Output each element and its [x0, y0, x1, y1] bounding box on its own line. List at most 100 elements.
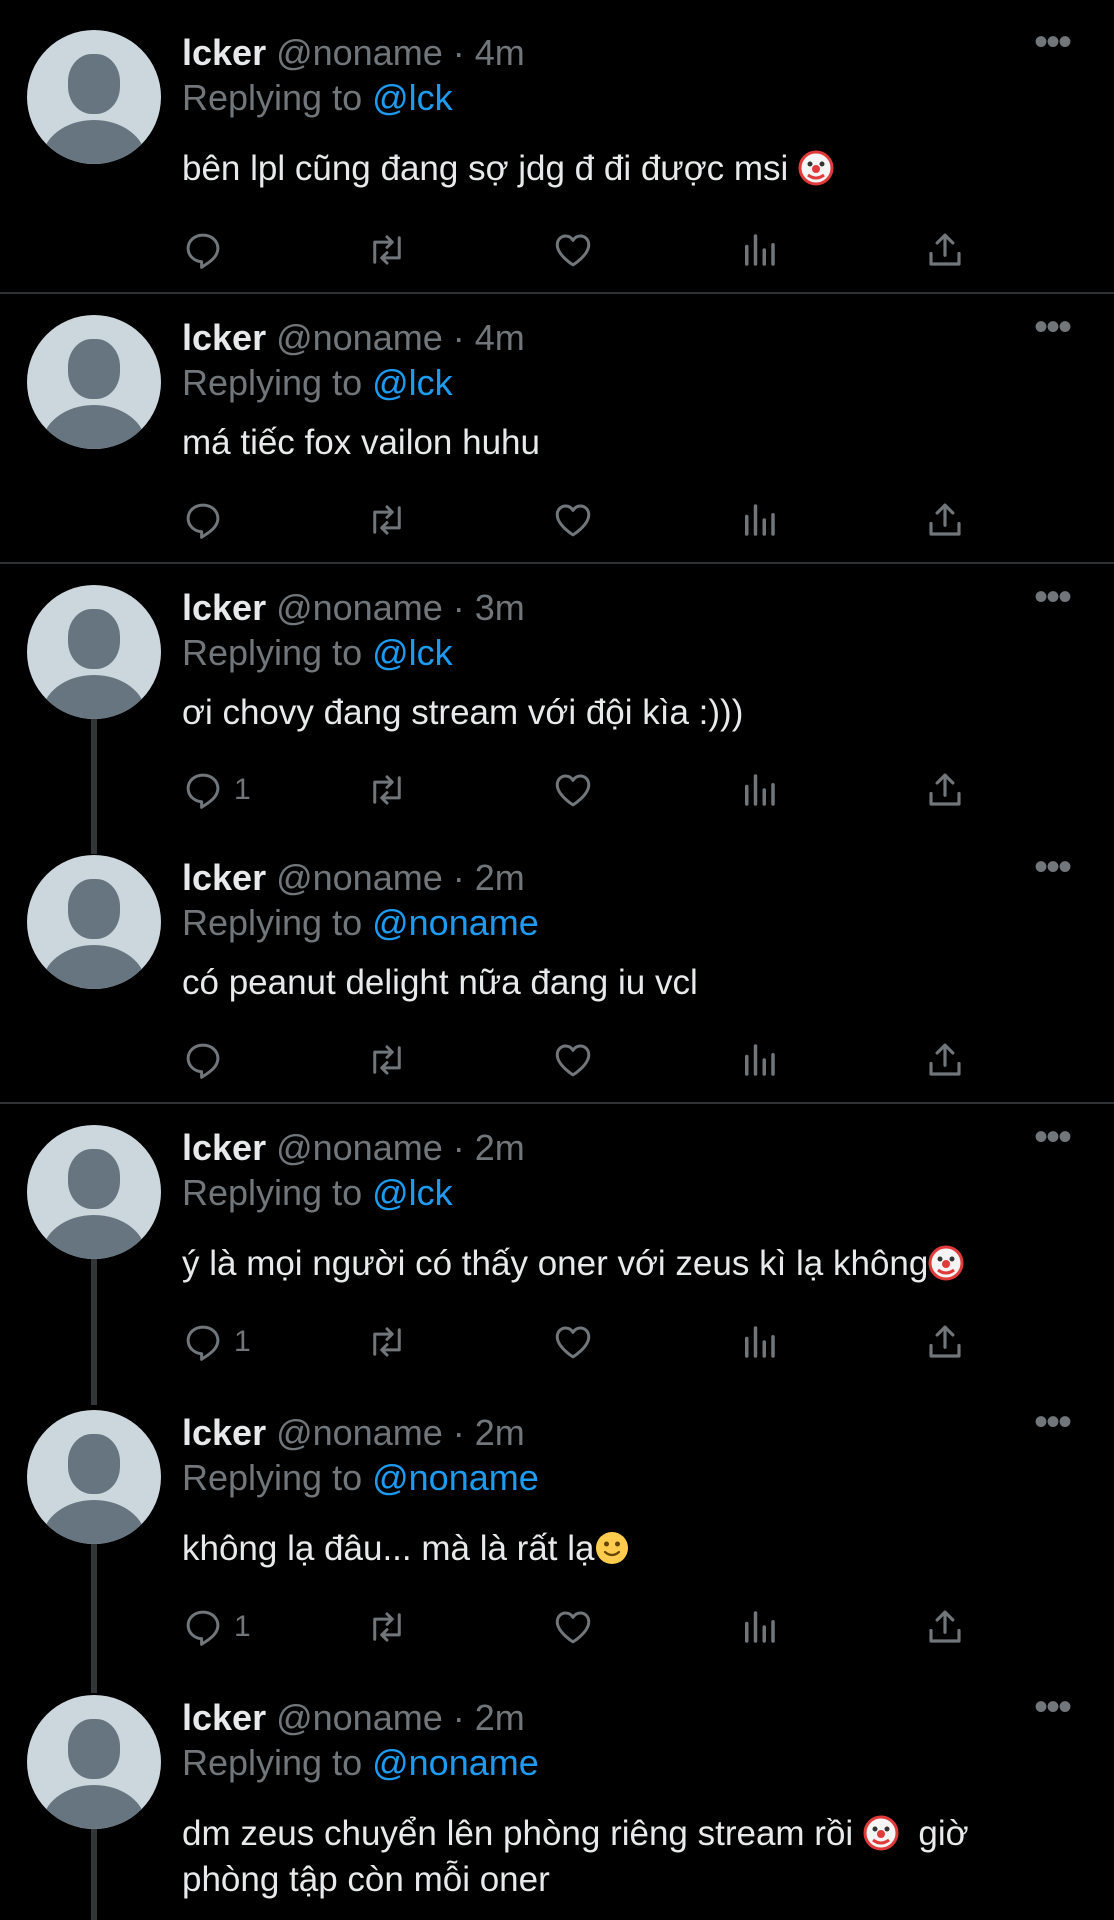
display-name[interactable]: lcker	[182, 587, 266, 628]
share-button[interactable]	[924, 225, 966, 275]
avatar[interactable]	[27, 1125, 161, 1259]
like-button[interactable]	[552, 1602, 594, 1652]
tweet-text-content: bên lpl cũng đang sợ jdg đ đi được msi	[182, 149, 789, 188]
more-icon[interactable]: •••	[1028, 577, 1076, 617]
like-button[interactable]	[552, 1317, 594, 1367]
reply-button[interactable]: 1	[182, 1602, 251, 1652]
timestamp[interactable]: 2m	[475, 1127, 525, 1168]
analytics-icon	[745, 774, 775, 806]
author-line: lcker @noname · 3m	[182, 587, 525, 629]
tweet[interactable]: lcker @noname · 4m ••• Replying to @lck …	[0, 285, 1114, 562]
views-button[interactable]	[738, 1602, 780, 1652]
timestamp[interactable]: 2m	[475, 1412, 525, 1453]
reply-button[interactable]	[182, 1035, 234, 1085]
reply-button[interactable]	[182, 225, 234, 275]
heart-icon	[555, 1044, 591, 1077]
timestamp[interactable]: 4m	[475, 32, 525, 73]
views-button[interactable]	[738, 1317, 780, 1367]
replying-to-link[interactable]: @lck	[372, 632, 453, 673]
tweet-text-content: ơi chovy đang stream với đội kìa :)))	[182, 693, 744, 732]
replying-to-link[interactable]: @lck	[372, 77, 453, 118]
like-button[interactable]	[552, 225, 594, 275]
tweet[interactable]: lcker @noname · 4m ••• Replying to @lck …	[0, 0, 1114, 292]
replying-label: Replying to	[182, 1172, 373, 1213]
display-name[interactable]: lcker	[182, 1697, 266, 1738]
share-button[interactable]	[924, 1317, 966, 1367]
analytics-icon	[745, 1326, 775, 1358]
like-button[interactable]	[552, 495, 594, 545]
tweet-text: có peanut delight nữa đang iu vcl	[182, 960, 1062, 1006]
more-icon[interactable]: •••	[1028, 1687, 1076, 1727]
display-name[interactable]: lcker	[182, 32, 266, 73]
like-button[interactable]	[552, 1035, 594, 1085]
more-icon[interactable]: •••	[1028, 1117, 1076, 1157]
avatar[interactable]	[27, 585, 161, 719]
reply-button[interactable]	[182, 495, 234, 545]
username[interactable]: @noname	[276, 857, 443, 898]
username[interactable]: @noname	[276, 1127, 443, 1168]
display-name[interactable]: lcker	[182, 857, 266, 898]
like-button[interactable]	[552, 765, 594, 815]
timestamp[interactable]: 3m	[475, 587, 525, 628]
replying-to-link[interactable]: @noname	[372, 1742, 539, 1783]
reply-button[interactable]: 1	[182, 1317, 251, 1367]
replying-to-link[interactable]: @noname	[372, 902, 539, 943]
reply-icon	[186, 233, 220, 269]
reply-count: 1	[234, 1610, 251, 1643]
views-button[interactable]	[738, 765, 780, 815]
retweet-button[interactable]	[366, 1317, 408, 1367]
share-button[interactable]	[924, 1035, 966, 1085]
username[interactable]: @noname	[276, 1697, 443, 1738]
more-icon[interactable]: •••	[1028, 307, 1076, 347]
tweet[interactable]: lcker @noname · 3m ••• Replying to @lck …	[0, 555, 1114, 825]
display-name[interactable]: lcker	[182, 1127, 266, 1168]
timestamp[interactable]: 2m	[475, 1697, 525, 1738]
tweet[interactable]: lcker @noname · 2m ••• Replying to @nona…	[0, 1380, 1114, 1665]
separator-dot: ·	[452, 1697, 465, 1738]
tweet[interactable]: lcker @noname · 2m ••• Replying to @nona…	[0, 1665, 1114, 1920]
avatar[interactable]	[27, 1410, 161, 1544]
replying-to: Replying to @noname	[182, 902, 539, 944]
analytics-icon	[745, 1611, 775, 1643]
username[interactable]: @noname	[276, 317, 443, 358]
display-name[interactable]: lcker	[182, 317, 266, 358]
replying-to-link[interactable]: @lck	[372, 362, 453, 403]
more-icon[interactable]: •••	[1028, 1402, 1076, 1442]
more-icon[interactable]: •••	[1028, 847, 1076, 887]
replying-label: Replying to	[182, 1742, 373, 1783]
tweet-text: không lạ đâu... mà là rất lạ	[182, 1526, 1062, 1572]
share-button[interactable]	[924, 1602, 966, 1652]
retweet-button[interactable]	[366, 765, 408, 815]
avatar[interactable]	[27, 855, 161, 989]
tweet-text: bên lpl cũng đang sợ jdg đ đi được msi	[182, 146, 1062, 192]
retweet-button[interactable]	[366, 1602, 408, 1652]
share-button[interactable]	[924, 765, 966, 815]
tweet[interactable]: lcker @noname · 2m ••• Replying to @nona…	[0, 825, 1114, 1102]
timestamp[interactable]: 2m	[475, 857, 525, 898]
share-icon	[929, 503, 961, 536]
action-bar: 1	[182, 765, 982, 815]
timestamp[interactable]: 4m	[475, 317, 525, 358]
action-bar: 1	[182, 1317, 982, 1367]
username[interactable]: @noname	[276, 587, 443, 628]
views-button[interactable]	[738, 495, 780, 545]
share-button[interactable]	[924, 495, 966, 545]
avatar[interactable]	[27, 30, 161, 164]
retweet-button[interactable]	[366, 1035, 408, 1085]
avatar[interactable]	[27, 1695, 161, 1829]
views-button[interactable]	[738, 225, 780, 275]
tweet[interactable]: lcker @noname · 2m ••• Replying to @lck …	[0, 1095, 1114, 1380]
replying-to-link[interactable]: @noname	[372, 1457, 539, 1498]
retweet-button[interactable]	[366, 225, 408, 275]
views-button[interactable]	[738, 1035, 780, 1085]
display-name[interactable]: lcker	[182, 1412, 266, 1453]
username[interactable]: @noname	[276, 1412, 443, 1453]
retweet-button[interactable]	[366, 495, 408, 545]
replying-to-link[interactable]: @lck	[372, 1172, 453, 1213]
more-icon[interactable]: •••	[1028, 22, 1076, 62]
username[interactable]: @noname	[276, 32, 443, 73]
reply-button[interactable]: 1	[182, 765, 251, 815]
replying-to: Replying to @lck	[182, 1172, 453, 1214]
analytics-icon	[745, 234, 775, 266]
avatar[interactable]	[27, 315, 161, 449]
